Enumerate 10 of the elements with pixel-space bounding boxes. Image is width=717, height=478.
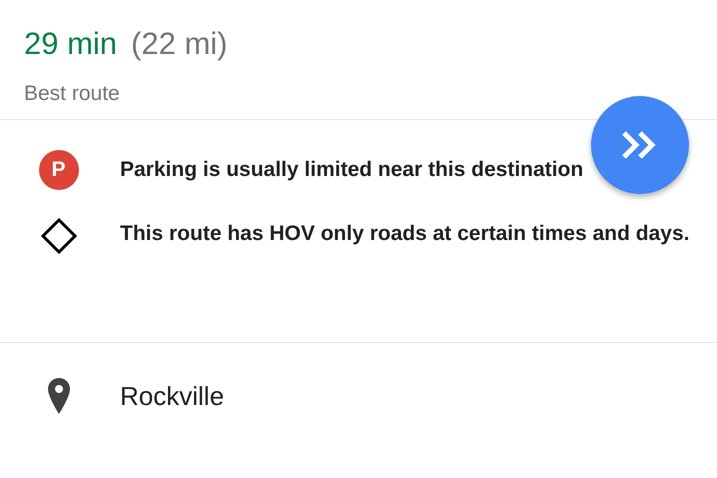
navigate-button[interactable] <box>591 96 689 194</box>
notice-text: This route has HOV only roads at certain times and days. <box>120 221 690 247</box>
route-label: Best route <box>24 82 121 106</box>
route-distance: (22 mi) <box>131 26 228 62</box>
parking-icon: P <box>38 150 78 190</box>
route-duration: 29 min <box>24 26 118 62</box>
location-pin-icon <box>48 378 70 414</box>
destination-name: Rockville <box>120 380 224 412</box>
diamond-icon <box>40 218 76 254</box>
notice-text: Parking is usually limited near this destination <box>120 157 584 183</box>
